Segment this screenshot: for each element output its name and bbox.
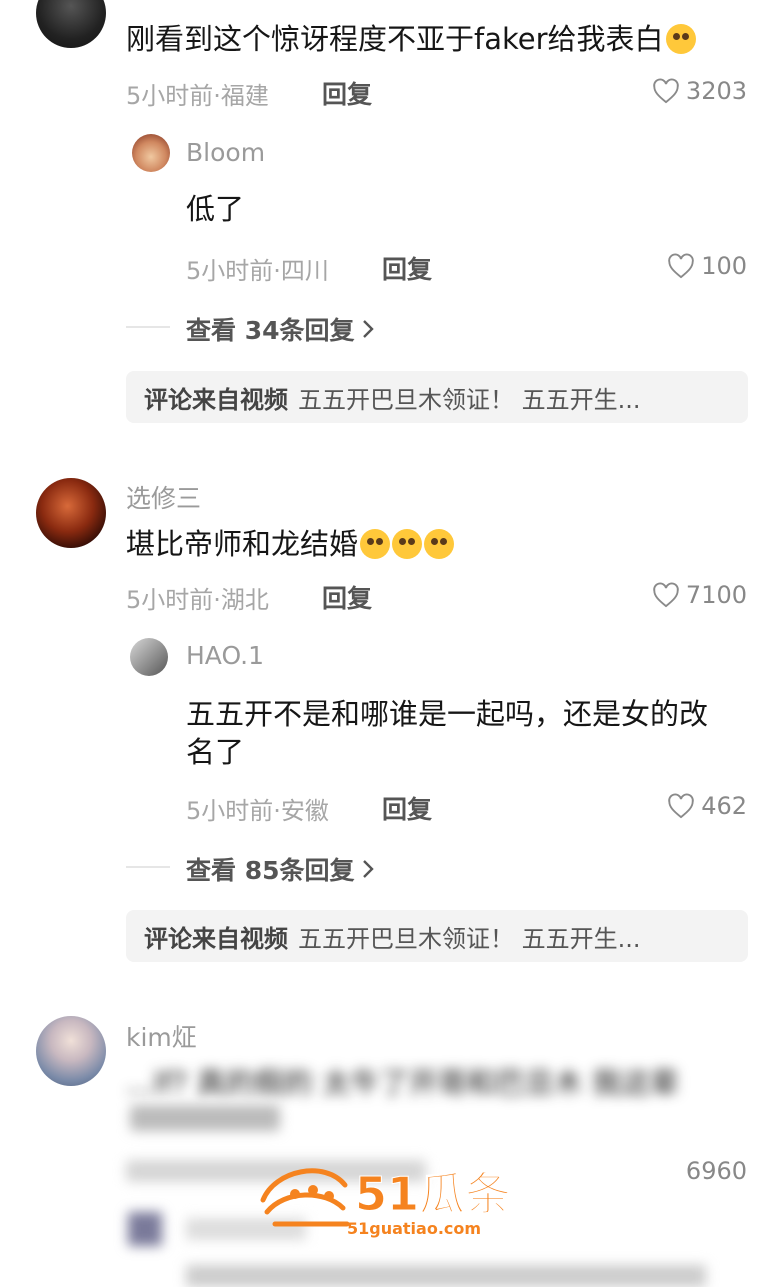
comment-username[interactable]: 选修三: [126, 479, 201, 515]
comment-meta: 5小时前·湖北: [126, 586, 269, 614]
view-more-replies-button[interactable]: 查看 34条回复: [186, 311, 375, 347]
blurred-reply-text: [186, 1265, 706, 1287]
user-avatar[interactable]: [36, 478, 106, 548]
heart-icon: [653, 78, 679, 104]
like-button[interactable]: 100: [667, 252, 747, 280]
like-count: 6960: [685, 1157, 747, 1185]
chevron-right-icon: [362, 860, 374, 878]
user-avatar[interactable]: [36, 0, 106, 48]
reply-username[interactable]: HAO.1: [186, 641, 264, 670]
source-video-link[interactable]: 评论来自视频 五五开巴旦木领证！ 五五开生...: [126, 910, 748, 962]
comment-text: ...lf? 真的假的 太牛了开哥和巴旦木 我这辈: [126, 1066, 679, 1100]
view-more-replies-button[interactable]: 查看 85条回复: [186, 851, 375, 887]
reply-meta: 5小时前·安徽: [186, 797, 329, 825]
divider: [126, 326, 170, 328]
like-button[interactable]: 462: [667, 792, 747, 820]
reply-button[interactable]: 回复: [382, 250, 432, 286]
like-button[interactable]: 7100: [652, 581, 747, 609]
reply-button[interactable]: 回复: [322, 75, 372, 111]
heart-icon: [668, 793, 694, 819]
like-count: 7100: [685, 581, 747, 609]
brand-watermark-logo: 51瓜条 51guatiao.com: [260, 1167, 512, 1238]
blurred-reply-avatar: [128, 1212, 162, 1246]
reply-username[interactable]: Bloom: [186, 138, 265, 167]
reply-button[interactable]: 回复: [322, 579, 372, 615]
reply-meta: 5小时前·四川: [186, 257, 329, 285]
divider: [126, 866, 170, 868]
brand-name: 51瓜条: [355, 1167, 511, 1221]
comment-text: 堪比帝师和龙结婚: [126, 525, 455, 563]
comment-text: 刚看到这个惊讶程度不亚于faker给我表白: [126, 20, 696, 58]
smiley-emoji-icon: [424, 529, 455, 559]
smiley-emoji-icon: [392, 529, 423, 559]
reply-text: 五五开不是和哪谁是一起吗，还是女的改 名了: [186, 697, 709, 769]
reply-user-avatar[interactable]: [132, 134, 170, 172]
reply-text: 低了: [186, 192, 245, 226]
like-count: 462: [701, 792, 747, 820]
heart-icon: [668, 253, 694, 279]
reply-user-avatar[interactable]: [130, 638, 168, 676]
source-video-link[interactable]: 评论来自视频 五五开巴旦木领证！ 五五开生...: [126, 371, 748, 423]
like-button[interactable]: 6960: [686, 1157, 747, 1185]
laughing-emoji-icon: [665, 24, 696, 54]
user-avatar[interactable]: [36, 1016, 106, 1086]
blurred-text-line: [130, 1105, 280, 1131]
like-button[interactable]: 3203: [652, 77, 747, 105]
smiley-emoji-icon: [360, 529, 391, 559]
brand-url: 51guatiao.com: [347, 1219, 481, 1238]
reply-button[interactable]: 回复: [382, 790, 432, 826]
like-count: 3203: [685, 77, 747, 105]
comment-username[interactable]: kim炡: [126, 1018, 197, 1054]
like-count: 100: [701, 252, 747, 280]
heart-icon: [653, 582, 679, 608]
comment-meta: 5小时前·福建: [126, 82, 269, 110]
chevron-right-icon: [362, 320, 374, 338]
